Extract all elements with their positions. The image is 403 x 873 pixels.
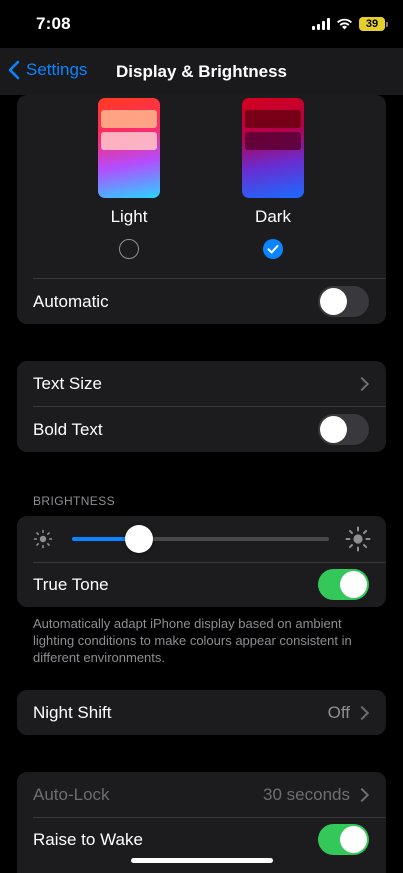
brightness-slider-knob[interactable] bbox=[124, 525, 153, 553]
night-shift-value: Off bbox=[327, 703, 350, 722]
status-time: 7:08 bbox=[36, 14, 71, 33]
raise-to-wake-label: Raise to Wake bbox=[33, 830, 143, 849]
automatic-toggle[interactable] bbox=[318, 286, 369, 317]
true-tone-toggle[interactable] bbox=[318, 569, 369, 600]
cellular-signal-icon bbox=[312, 18, 330, 30]
page-title: Display & Brightness bbox=[116, 62, 287, 81]
brightness-low-icon bbox=[33, 529, 53, 549]
divider bbox=[33, 817, 386, 818]
bold-text-toggle[interactable] bbox=[318, 414, 369, 445]
brightness-high-icon bbox=[345, 526, 371, 552]
automatic-label: Automatic bbox=[33, 292, 109, 311]
divider bbox=[33, 278, 386, 279]
brightness-slider[interactable] bbox=[72, 524, 329, 554]
divider bbox=[33, 562, 386, 563]
home-indicator bbox=[131, 858, 273, 863]
raise-to-wake-toggle[interactable] bbox=[318, 824, 369, 855]
dark-mode-radio[interactable] bbox=[263, 239, 283, 259]
light-mode-radio[interactable] bbox=[119, 239, 139, 259]
auto-lock-value: 30 seconds bbox=[263, 785, 350, 804]
auto-lock-label: Auto-Lock bbox=[33, 785, 110, 804]
brightness-section-header: BRIGHTNESS bbox=[33, 494, 116, 508]
dark-mode-label: Dark bbox=[255, 207, 291, 226]
night-shift-label: Night Shift bbox=[33, 703, 112, 722]
wifi-icon bbox=[337, 18, 352, 30]
battery-icon: 39 bbox=[359, 17, 388, 31]
light-mode-preview[interactable] bbox=[98, 98, 160, 198]
checkmark-icon bbox=[267, 245, 279, 254]
status-icons: 39 bbox=[312, 16, 388, 32]
divider bbox=[33, 406, 386, 407]
true-tone-description: Automatically adapt iPhone display based… bbox=[33, 616, 352, 665]
text-size-label: Text Size bbox=[33, 374, 102, 393]
bold-text-label: Bold Text bbox=[33, 420, 103, 439]
true-tone-label: True Tone bbox=[33, 575, 109, 594]
light-mode-label: Light bbox=[110, 207, 148, 226]
dark-mode-preview[interactable] bbox=[242, 98, 304, 198]
